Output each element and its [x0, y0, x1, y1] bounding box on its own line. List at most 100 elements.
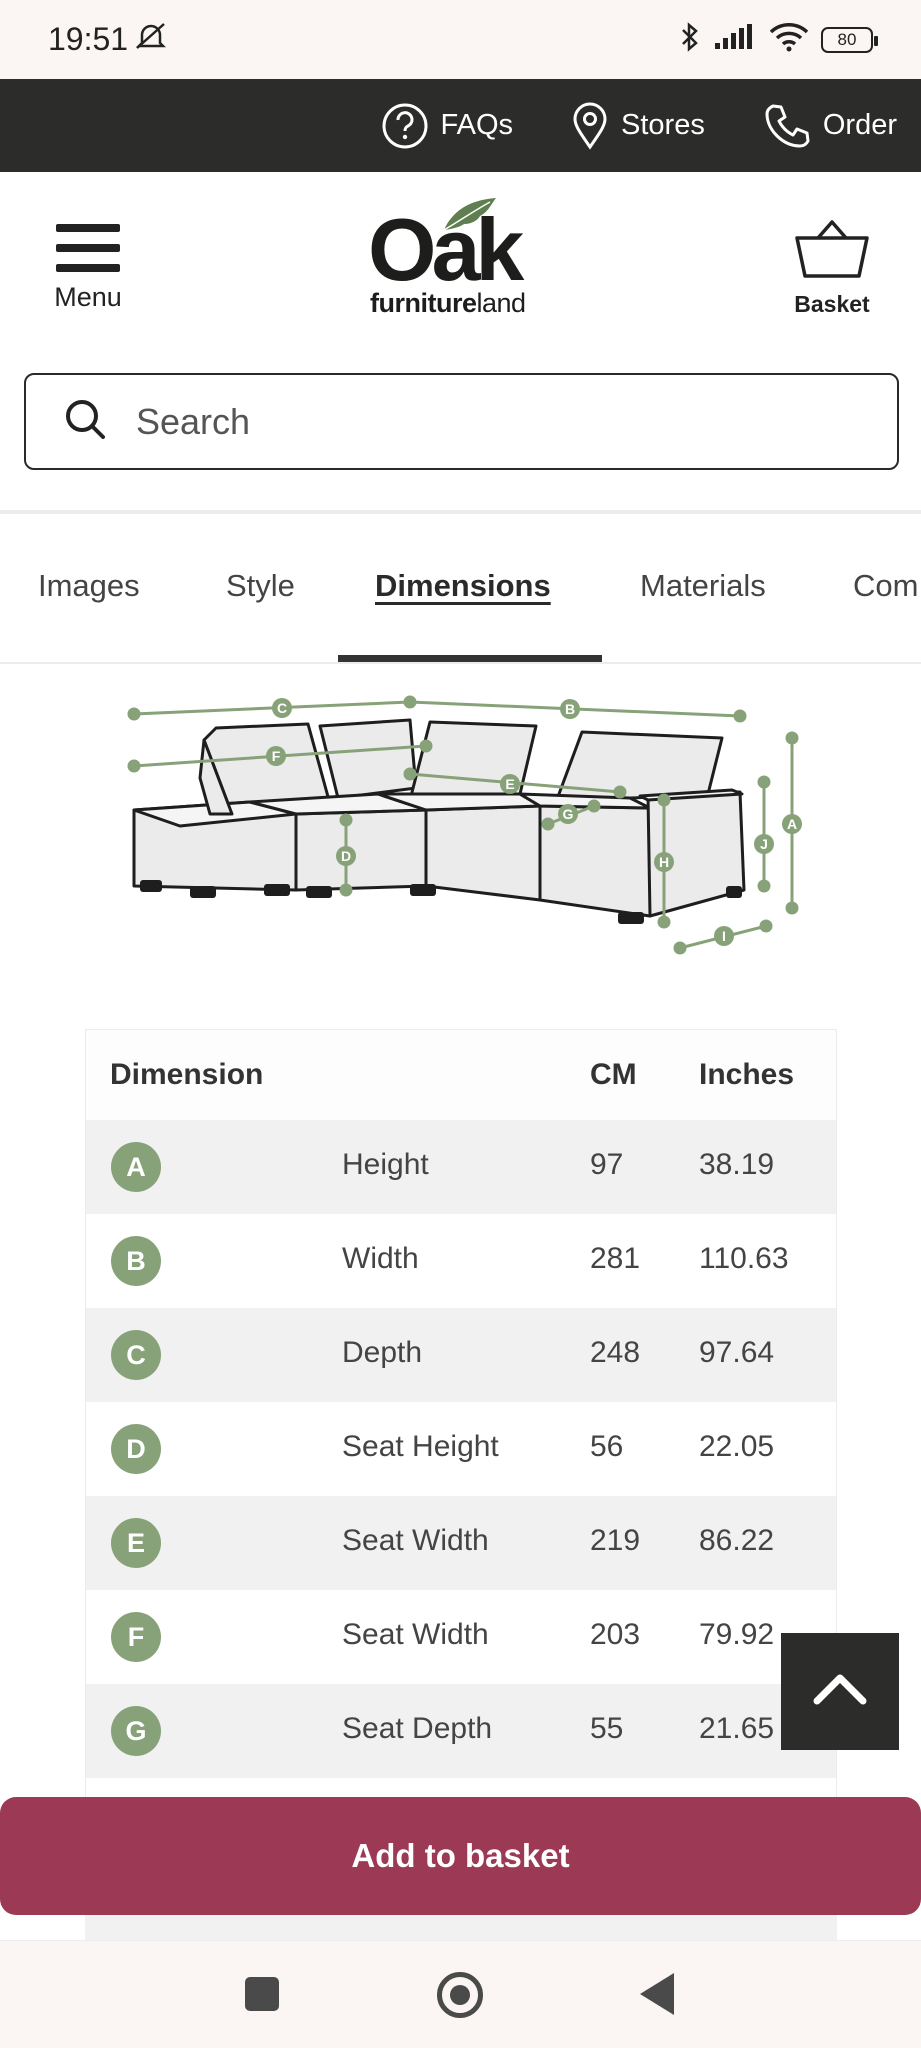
faqs-label: FAQs [440, 109, 514, 141]
svg-text:B: B [565, 701, 575, 717]
sofa-diagram-svg: C B F E G D H J A I [127, 695, 802, 955]
location-pin-icon [571, 102, 609, 150]
dimension-cm: 97 [590, 1148, 624, 1181]
svg-text:E: E [505, 776, 514, 792]
utility-bar: FAQs Stores Order [0, 79, 921, 172]
dimension-inches: 110.63 [699, 1242, 789, 1275]
sofa-dimensions-diagram: C B F E G D H J A I [120, 690, 810, 970]
system-nav-bar [0, 1940, 921, 2048]
site-header: Menu Oak furnitureland Basket [0, 172, 921, 352]
mute-icon [134, 21, 168, 59]
svg-text:A: A [787, 816, 797, 832]
svg-text:J: J [760, 836, 768, 852]
diagram-marker-d: D [336, 846, 356, 866]
dimension-letter-badge: D [111, 1424, 161, 1474]
dimension-inches: 86.22 [699, 1524, 775, 1557]
dimension-label: Seat Height [342, 1430, 499, 1463]
svg-text:H: H [659, 854, 669, 870]
order-link[interactable]: Order [763, 102, 897, 150]
question-circle-icon [381, 102, 429, 150]
phone-icon [763, 102, 811, 150]
order-label: Order [822, 109, 897, 141]
svg-text:C: C [277, 700, 287, 716]
tab-style[interactable]: Style [226, 568, 295, 604]
dimension-letter-badge: B [111, 1236, 161, 1286]
faqs-link[interactable]: FAQs [381, 102, 514, 150]
status-time: 19:51 [48, 21, 168, 59]
search-icon [64, 398, 106, 445]
dimension-inches: 97.64 [699, 1336, 775, 1369]
dimension-inches: 21.65 [699, 1712, 775, 1745]
stores-label: Stores [621, 109, 705, 141]
diagram-marker-a: A [782, 814, 802, 834]
menu-label: Menu [54, 282, 122, 312]
diagram-marker-c: C [272, 698, 292, 718]
active-tab-indicator [338, 655, 602, 662]
dimension-label: Seat Width [342, 1618, 489, 1651]
battery-icon: 80 [821, 26, 878, 53]
header-inches: Inches [699, 1058, 795, 1091]
home-icon[interactable] [437, 1972, 483, 2018]
diagram-marker-h: H [654, 852, 674, 872]
table-row: E Seat Width 219 86.22 [86, 1496, 836, 1590]
add-to-basket-button[interactable]: Add to basket [0, 1797, 921, 1915]
bluetooth-icon [679, 21, 701, 58]
logo-sub-light: land [476, 288, 527, 318]
product-page: 19:51 80 FAQs Stores Order Menu Oak furn… [0, 0, 921, 2048]
dimension-cm: 219 [590, 1524, 641, 1557]
scroll-to-top-button[interactable] [781, 1633, 899, 1750]
tab-materials[interactable]: Materials [640, 568, 766, 604]
table-row: A Height 97 38.19 [86, 1120, 836, 1214]
dimension-label: Seat Depth [342, 1712, 493, 1745]
search-input[interactable] [136, 400, 856, 443]
dimension-label: Height [342, 1148, 429, 1181]
dimension-letter-badge: F [111, 1612, 161, 1662]
header-cm: CM [590, 1058, 637, 1091]
svg-text:G: G [563, 806, 574, 822]
wifi-icon [769, 22, 809, 57]
clock-text: 19:51 [48, 21, 129, 57]
header-dimension: Dimension [110, 1058, 264, 1091]
signal-icon [713, 23, 757, 56]
dimension-label: Seat Width [342, 1524, 489, 1557]
stores-link[interactable]: Stores [571, 102, 705, 150]
dimension-cm: 56 [590, 1430, 624, 1463]
diagram-marker-j: J [754, 834, 774, 854]
svg-text:I: I [722, 928, 726, 944]
tab-components[interactable]: Com [853, 568, 918, 604]
recents-icon[interactable] [245, 1977, 279, 2011]
basket-button[interactable]: Basket [777, 218, 887, 318]
table-row: F Seat Width 203 79.92 [86, 1590, 836, 1684]
tab-dimensions[interactable]: Dimensions [375, 568, 551, 604]
dimension-letter-badge: A [111, 1142, 161, 1192]
diagram-marker-b: B [560, 699, 580, 719]
status-icons: 80 [679, 21, 878, 58]
dimension-inches: 38.19 [699, 1148, 775, 1181]
menu-button[interactable]: Menu [46, 224, 130, 313]
table-row: C Depth 248 97.64 [86, 1308, 836, 1402]
dimension-label: Width [342, 1242, 419, 1275]
dimension-letter-badge: C [111, 1330, 161, 1380]
dimension-letter-badge: E [111, 1518, 161, 1568]
logo-sub-bold: furniture [370, 288, 477, 318]
dimension-cm: 248 [590, 1336, 641, 1369]
basket-icon [794, 220, 870, 284]
diagram-marker-i: I [714, 926, 734, 946]
table-header: Dimension CM Inches [86, 1030, 836, 1120]
search-bar[interactable] [24, 373, 899, 470]
site-logo[interactable]: Oak furnitureland [366, 198, 556, 320]
diagram-marker-f: F [266, 746, 286, 766]
status-bar: 19:51 80 [0, 0, 921, 79]
battery-level: 80 [837, 29, 857, 49]
dimension-inches: 22.05 [699, 1430, 775, 1463]
dimension-label: Depth [342, 1336, 423, 1369]
svg-text:D: D [341, 848, 351, 864]
hamburger-icon [56, 224, 120, 272]
back-icon[interactable] [640, 1973, 674, 2015]
table-row: B Width 281 110.63 [86, 1214, 836, 1308]
tab-images[interactable]: Images [38, 568, 140, 604]
diagram-marker-g: G [558, 804, 578, 824]
table-row: G Seat Depth 55 21.65 [86, 1684, 836, 1778]
diagram-marker-e: E [500, 774, 520, 794]
basket-label: Basket [794, 291, 870, 317]
